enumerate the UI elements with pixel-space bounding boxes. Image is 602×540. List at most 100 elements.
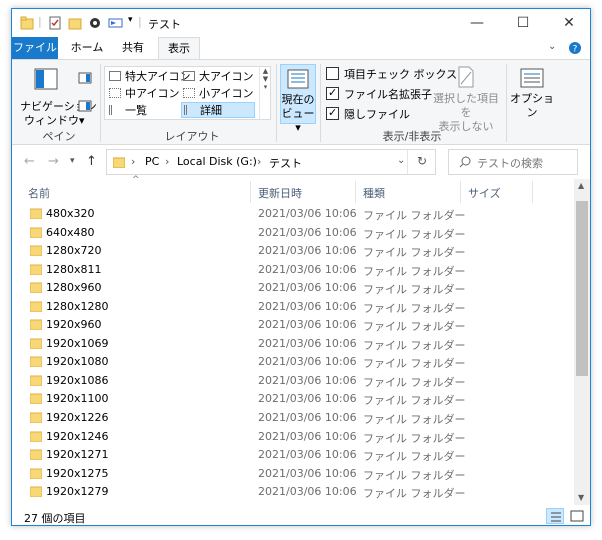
tab-home[interactable]: ホーム [64,37,110,59]
address-dropdown-icon[interactable]: ⌄ [397,155,405,166]
scroll-down-icon[interactable]: ▼ [578,493,584,502]
layout-extra-large-icons[interactable]: 特大アイコン [109,69,190,85]
table-row[interactable]: 480x320 2021/03/06 10:06 ファイル フォルダー [12,205,574,224]
tab-view[interactable]: 表示 [158,37,200,59]
column-size[interactable]: サイズ [468,185,501,201]
scrollbar-thumb[interactable] [576,201,588,376]
search-box[interactable]: テストの検索 [448,149,578,175]
breadcrumb-separator-icon[interactable]: › [131,155,135,168]
file-extensions-checkbox[interactable] [326,86,339,100]
table-row[interactable]: 1920x1080 2021/03/06 10:06 ファイル フォルダー [12,353,574,372]
table-row[interactable]: 1920x1069 2021/03/06 10:06 ファイル フォルダー [12,335,574,354]
table-row[interactable]: 1920x1271 2021/03/06 10:06 ファイル フォルダー [12,446,574,465]
file-name: 1920x1271 [46,448,109,462]
table-row[interactable]: 1920x960 2021/03/06 10:06 ファイル フォルダー [12,316,574,335]
file-name: 1920x1279 [46,485,109,499]
table-row[interactable]: 1280x960 2021/03/06 10:06 ファイル フォルダー [12,279,574,298]
file-extensions-label[interactable]: ファイル名拡張子 [344,86,432,102]
vertical-scrollbar[interactable]: ▲ ▼ [574,179,590,505]
tab-share[interactable]: 共有 [112,37,154,59]
small-icons-icon [183,88,195,98]
layout-large-icons[interactable]: 大アイコン [183,69,253,85]
file-date: 2021/03/06 10:06 [258,318,357,332]
help-icon[interactable]: ? [568,41,582,55]
table-row[interactable]: 1920x1086 2021/03/06 10:06 ファイル フォルダー [12,372,574,391]
scroll-up-icon[interactable]: ▲ [578,181,584,190]
ribbon-collapse-icon[interactable]: ⌄ [548,41,556,52]
item-checkboxes-checkbox[interactable] [326,67,339,80]
forward-arrow-icon[interactable]: → [48,154,59,169]
column-date[interactable]: 更新日時 [258,185,302,201]
new-folder-icon[interactable] [68,16,82,30]
current-view-button[interactable]: 現在の ビュー▾ [280,64,316,134]
layout-details[interactable]: 詳細 [181,102,255,118]
file-date: 2021/03/06 10:06 [258,448,357,462]
breadcrumb-pc[interactable]: PC [145,155,159,168]
column-separator[interactable] [250,181,251,203]
large-icons-toggle-icon[interactable] [568,508,586,524]
file-type: ファイル フォルダー [363,338,466,352]
back-arrow-icon[interactable]: ← [24,154,35,169]
table-row[interactable]: 1920x1275 2021/03/06 10:06 ファイル フォルダー [12,465,574,484]
table-row[interactable]: 1920x1100 2021/03/06 10:06 ファイル フォルダー [12,390,574,409]
address-bar[interactable]: › PC › Local Disk (G:) › テスト ⌄ ↻ [106,149,436,175]
layout-gallery-scroll[interactable]: ▲ ▼ ▾ [259,67,271,119]
folder-icon [30,449,42,461]
table-row[interactable]: 1920x1246 2021/03/06 10:06 ファイル フォルダー [12,428,574,447]
svg-text:?: ? [573,45,578,55]
refresh-icon[interactable]: ↻ [417,154,427,168]
details-pane-icon[interactable] [78,100,92,112]
file-date: 2021/03/06 10:06 [258,336,357,350]
breadcrumb-separator-icon[interactable]: › [165,155,169,168]
folder-icon [30,356,42,368]
navigation-pane-icon[interactable] [34,68,58,90]
folder-icon [30,264,42,275]
table-row[interactable]: 1920x1226 2021/03/06 10:06 ファイル フォルダー [12,409,574,428]
hidden-items-checkbox[interactable] [326,106,339,120]
file-type: ファイル フォルダー [363,301,466,315]
up-arrow-icon[interactable]: ↑ [86,154,97,169]
hidden-items-label[interactable]: 隠しファイル [344,106,410,122]
column-separator[interactable] [532,181,533,203]
ribbon-tabs: ファイル ホーム 共有 表示 ⌄ ? [12,37,590,59]
tab-file[interactable]: ファイル [12,37,58,59]
file-name: 1920x1069 [46,336,109,350]
table-row[interactable]: 1280x1280 2021/03/06 10:06 ファイル フォルダー [12,298,574,317]
preview-pane-icon[interactable] [78,72,92,84]
layout-medium-icons[interactable]: 中アイコン [109,86,179,102]
navigation-pane-label2[interactable]: ウィンドウ▾ [24,112,85,128]
ribbon-separator [276,64,277,142]
table-row[interactable]: 640x480 2021/03/06 10:06 ファイル フォルダー [12,224,574,243]
breadcrumb-separator-icon[interactable]: › [257,155,261,168]
gear-icon[interactable] [88,16,102,30]
rename-icon[interactable] [108,16,124,30]
column-name[interactable]: 名前 [28,185,50,201]
maximize-button[interactable]: ☐ [500,9,546,37]
table-row[interactable]: 1920x1279 2021/03/06 10:06 ファイル フォルダー [12,483,574,502]
hide-selected-button[interactable]: 選択した項目を 表示しない [428,64,504,133]
folder-icon [30,319,42,331]
properties-icon[interactable] [48,16,62,30]
table-row[interactable]: 1280x811 2021/03/06 10:06 ファイル フォルダー [12,261,574,280]
current-view-label2: ビュー▾ [281,107,315,134]
breadcrumb-current[interactable]: テスト [269,155,302,171]
table-row[interactable]: 1280x720 2021/03/06 10:06 ファイル フォルダー [12,242,574,261]
file-type: ファイル フォルダー [363,487,466,501]
medium-icons-icon [109,88,121,98]
options-button[interactable]: オプション [510,64,554,124]
details-view-toggle-icon[interactable] [546,508,564,524]
breadcrumb-drive[interactable]: Local Disk (G:) [177,155,257,168]
customize-quick-access-icon[interactable]: ▾ [128,15,133,25]
layout-small-icons[interactable]: 小アイコン [183,86,253,102]
layout-list[interactable]: 一覧 [109,103,147,119]
file-name: 640x480 [46,225,95,239]
minimize-button[interactable]: — [454,9,500,37]
column-separator[interactable] [355,181,356,203]
column-separator[interactable] [460,181,461,203]
options-label: オプション [510,92,554,119]
column-type[interactable]: 種類 [363,185,385,201]
close-button[interactable]: ✕ [546,9,590,37]
recent-locations-icon[interactable]: ▾ [70,156,75,166]
folder-icon [30,301,42,312]
folder-app-icon[interactable] [20,16,34,30]
